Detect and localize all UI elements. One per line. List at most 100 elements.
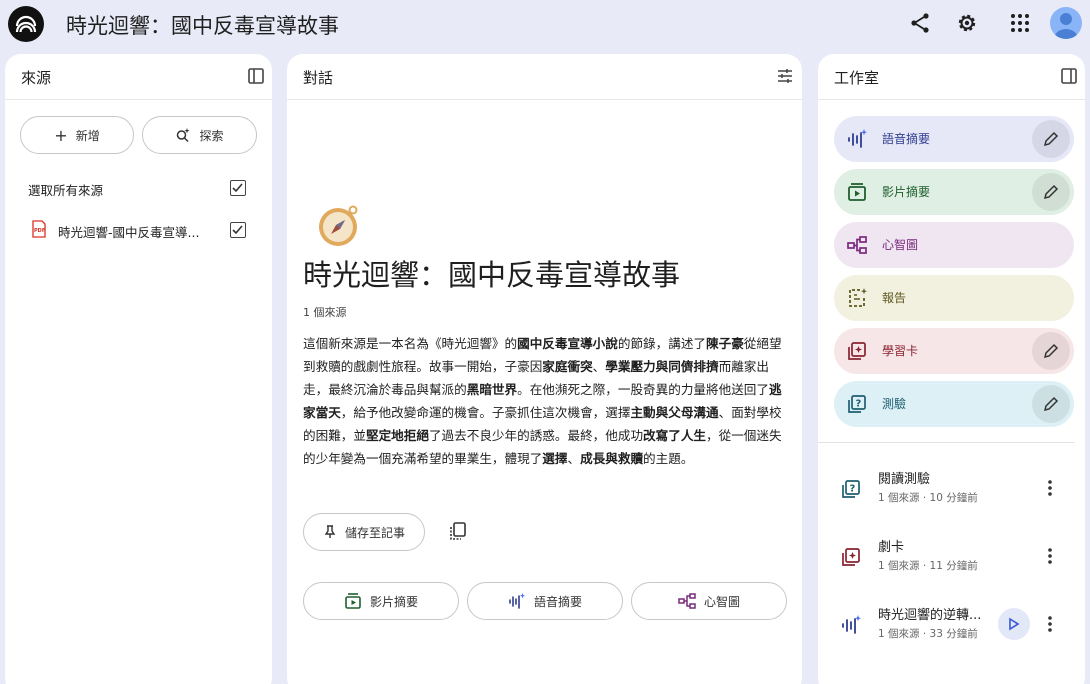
video-play-icon [846,181,868,203]
studio-card[interactable]: 語音摘要 [834,116,1074,162]
tune-settings-icon[interactable] [776,67,794,85]
edit-pencil-icon[interactable] [1032,385,1070,423]
studio-card[interactable]: ? 測驗 [834,381,1074,427]
save-to-note-label: 儲存至記事 [344,525,405,540]
note-title: 劇卡 [878,540,905,555]
audio-summary-chip[interactable]: 語音摘要 [467,582,623,620]
studio-note-item[interactable]: 時光迴響的逆轉... 1 個來源 · 33 分鐘前 [818,598,1084,652]
studio-card-label: 語音摘要 [882,132,931,146]
edit-pencil-icon[interactable] [1032,173,1070,211]
mindmap-icon [846,234,868,256]
svg-text:?: ? [850,484,856,495]
save-to-note-button[interactable]: 儲存至記事 [303,513,425,551]
studio-note-item[interactable]: ? 閱讀測驗 1 個來源 · 10 分鐘前 [818,462,1084,516]
source-checkbox[interactable] [230,222,246,238]
add-source-button[interactable]: + 新增 [20,116,134,154]
svg-text:?: ? [856,399,862,410]
studio-header: 工作室 [818,54,1085,100]
summary-text: 的主題。 [643,451,694,466]
notebooklm-logo-icon[interactable] [8,6,44,42]
mindmap-label: 心智圖 [703,594,740,609]
summary-text: ，給予他改變命運的機會。子豪抓住這次機會，選擇 [340,405,631,420]
explore-sources-button[interactable]: 探索 [142,116,257,154]
summary-highlight: 國中反毒宣導小說 [517,336,618,351]
summary-text: 的節錄，講述了 [617,336,706,351]
play-icon[interactable] [998,608,1030,640]
studio-card-label: 心智圖 [882,238,919,252]
search-sparkle-icon [177,128,191,143]
copy-icon[interactable] [447,520,469,542]
compass-emoji-icon [319,205,358,246]
user-avatar[interactable] [1050,7,1082,39]
studio-title: 工作室 [834,69,880,87]
studio-divider [818,442,1075,443]
note-meta: 1 個來源 · 11 分鐘前 [878,560,978,572]
studio-card-label: 報告 [882,291,907,305]
studio-card[interactable]: 學習卡 [834,328,1074,374]
summary-highlight: 主動與父母溝通 [630,405,719,420]
collapse-panel-icon[interactable] [247,67,265,85]
edit-pencil-icon[interactable] [1032,332,1070,370]
studio-card[interactable]: 影片摘要 [834,169,1074,215]
chat-panel: 對話 時光迴響：國中反毒宣導故事 1 個來源 這個新來源是一本名為《時光迴響》的… [287,54,802,684]
notebook-summary: 這個新來源是一本名為《時光迴響》的國中反毒宣導小說的節錄，講述了陳子豪從絕望到救… [303,332,785,470]
source-name: 時光迴響-國中反毒宣導... [58,225,200,240]
more-vert-icon[interactable] [1040,544,1060,568]
note-meta: 1 個來源 · 33 分鐘前 [878,628,978,640]
video-summary-label: 影片摘要 [369,594,418,609]
studio-card-label: 學習卡 [882,344,919,358]
more-vert-icon[interactable] [1040,612,1060,636]
audio-waveform-icon [840,614,862,636]
flashcard-icon [840,546,862,568]
summary-highlight: 堅定地拒絕 [365,428,429,443]
select-all-checkbox[interactable] [230,180,246,196]
sources-panel: 來源 + 新增 探索 選取所有來源 PDF 時光迴響-國中反毒宣導... [5,54,272,684]
studio-card[interactable]: 心智圖 [834,222,1074,268]
pin-icon [324,525,336,538]
summary-highlight: 成長與救贖 [580,451,644,466]
source-count: 1 個來源 [303,306,347,319]
summary-highlight: 家庭衝突 [542,359,593,374]
report-icon [846,287,868,309]
summary-text: 這個新來源是一本名為《時光迴響》的 [303,336,518,351]
pdf-icon: PDF [32,220,46,238]
summary-highlight: 黑暗世界 [466,382,518,397]
notebook-title[interactable]: 時光迴響：國中反毒宣導故事 [66,10,339,40]
quiz-icon: ? [846,393,868,415]
summary-highlight: 學業壓力與同儕排擠 [605,359,719,374]
top-bar: 時光迴響：國中反毒宣導故事 [0,0,1090,48]
settings-gear-icon[interactable] [955,11,979,35]
sources-title: 來源 [21,69,52,87]
sources-header: 來源 [5,54,272,100]
note-title: 閱讀測驗 [878,472,931,487]
audio-waveform-icon [509,593,525,609]
mindmap-chip[interactable]: 心智圖 [631,582,787,620]
edit-pencil-icon[interactable] [1032,120,1070,158]
explore-label: 探索 [199,128,224,143]
plus-icon: + [54,125,68,145]
studio-card-label: 影片摘要 [882,185,931,199]
audio-waveform-icon [846,128,868,150]
flashcard-icon [846,340,868,362]
mindmap-icon [678,593,696,609]
more-vert-icon[interactable] [1040,476,1060,500]
video-summary-chip[interactable]: 影片摘要 [303,582,459,620]
note-title: 時光迴響的逆轉... [878,608,982,623]
summary-highlight: 改寫了人生 [643,428,706,443]
video-play-icon [345,593,361,609]
studio-note-item[interactable]: 劇卡 1 個來源 · 11 分鐘前 [818,530,1084,584]
summary-text: 。在他瀕死之際，一股奇異的力量將他送回了 [517,382,769,397]
summary-highlight: 陳子豪 [706,336,744,351]
studio-card[interactable]: 報告 [834,275,1074,321]
quiz-icon: ? [840,478,862,500]
add-source-label: 新增 [75,128,100,143]
apps-grid-icon[interactable] [1008,11,1032,35]
notebook-heading: 時光迴響：國中反毒宣導故事 [303,258,681,292]
summary-highlight: 選擇 [542,451,568,466]
audio-summary-label: 語音摘要 [533,594,582,609]
chat-header: 對話 [287,54,802,100]
collapse-panel-icon[interactable] [1060,67,1078,85]
summary-text: 、 [567,451,581,466]
share-icon[interactable] [908,11,932,35]
select-all-label: 選取所有來源 [28,183,104,198]
